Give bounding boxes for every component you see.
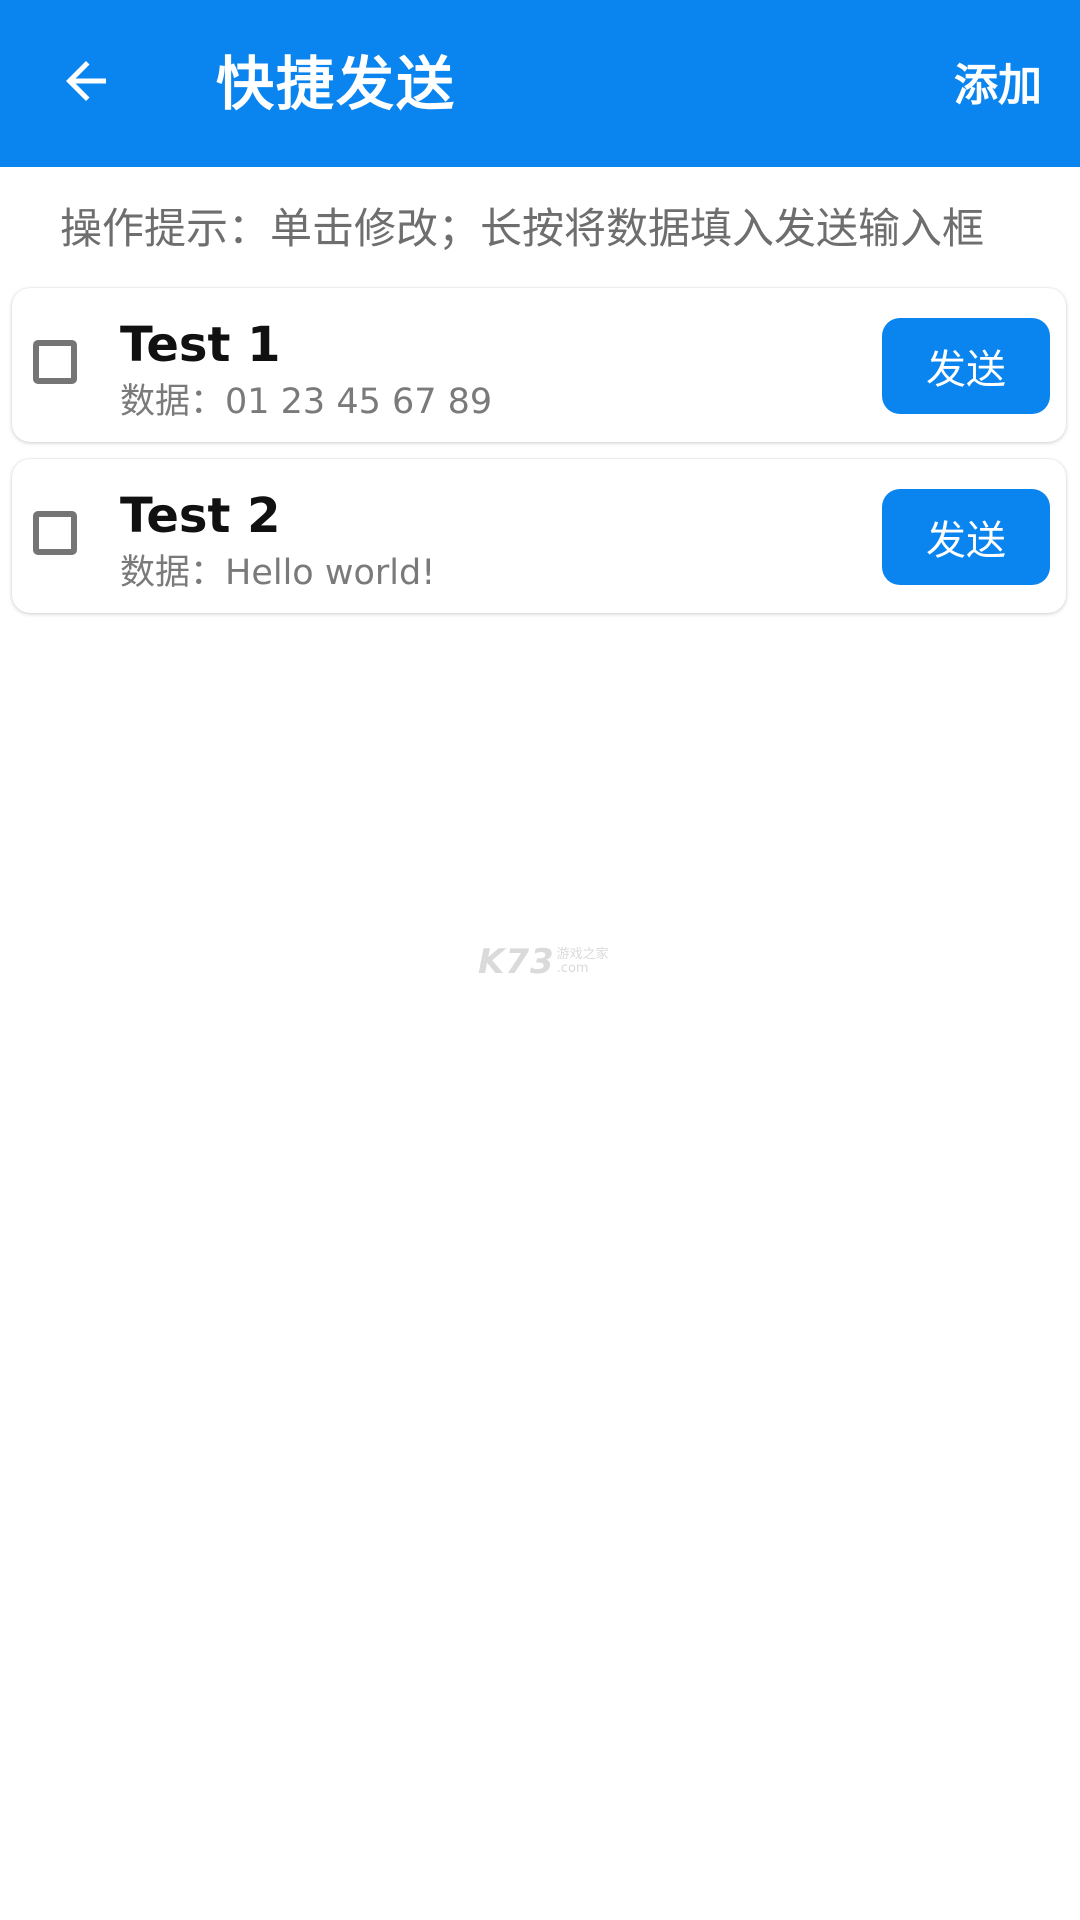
add-button[interactable]: 添加 [954, 58, 1042, 114]
app-bar: 快捷发送 添加 [0, 0, 1080, 167]
back-button[interactable] [48, 45, 124, 121]
page-title: 快捷发送 [216, 50, 457, 118]
item-data: 数据：01 23 45 67 89 [120, 382, 493, 422]
list-item[interactable]: Test 2 数据：Hello world! 发送 [12, 459, 1066, 613]
watermark-logo: K73 游戏之家 .com [478, 942, 609, 982]
send-button[interactable]: 发送 [882, 489, 1050, 585]
item-checkbox[interactable] [33, 511, 77, 555]
watermark-top: 游戏之家 [556, 947, 609, 962]
item-data: 数据：Hello world! [120, 553, 436, 593]
item-checkbox[interactable] [33, 340, 77, 384]
operation-hint: 操作提示：单击修改；长按将数据填入发送输入框 [60, 204, 985, 253]
watermark-sub: 游戏之家 .com [557, 948, 609, 976]
send-button[interactable]: 发送 [882, 318, 1050, 414]
list-item[interactable]: Test 1 数据：01 23 45 67 89 发送 [12, 288, 1066, 442]
watermark-main: K73 [478, 942, 555, 982]
arrow-left-icon [56, 51, 116, 115]
item-name: Test 2 [120, 488, 281, 544]
item-name: Test 1 [120, 317, 281, 373]
watermark-bottom: .com [556, 961, 589, 976]
